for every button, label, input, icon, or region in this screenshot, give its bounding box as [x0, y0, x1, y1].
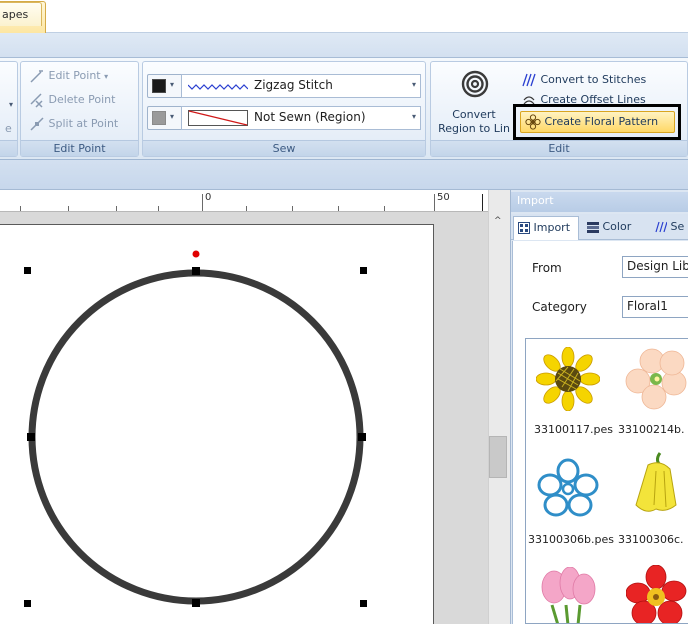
dropdown-arrow-icon: ▾: [104, 72, 109, 81]
selection-handle-top-left[interactable]: [24, 267, 31, 274]
group-label-edit: Edit: [431, 140, 687, 156]
line-stitch-combo[interactable]: Zigzag Stitch ▾: [181, 74, 421, 98]
flower-icon: [525, 114, 541, 130]
ribbon: ▾ e Edit Point ▾ Delete Point Split at P…: [0, 58, 688, 160]
blue-flower-thumbnail-icon[interactable]: [536, 457, 600, 521]
color-icon: [587, 222, 599, 233]
edit-point-button[interactable]: Edit Point ▾: [29, 66, 108, 86]
ribbon-group-cutoff: ▾ e: [0, 61, 18, 157]
import-panel-tabs: Import Color Se: [511, 214, 688, 240]
selection-handle-bottom-right[interactable]: [360, 600, 367, 607]
line-stitch-value: Zigzag Stitch: [254, 78, 333, 92]
create-offset-lines-button[interactable]: Create Offset Lines: [521, 92, 646, 104]
top-tab-strip: [0, 0, 688, 33]
selection-handle-right[interactable]: [358, 433, 366, 441]
thumbnail-filename: 33100117.pes: [534, 423, 613, 436]
edit-point-icon: [30, 70, 43, 83]
dropdown-arrow-icon: ▾: [411, 80, 416, 89]
red-flower-thumbnail-icon[interactable]: [626, 565, 688, 624]
cut-label: e: [5, 122, 12, 135]
tab-import[interactable]: Import: [513, 216, 579, 240]
offset-lines-icon: [523, 96, 535, 104]
line-color-picker[interactable]: ▾: [147, 74, 183, 98]
category-select[interactable]: Floral1: [622, 296, 688, 318]
selection-handle-bottom-left[interactable]: [24, 600, 31, 607]
bell-flower-thumbnail-icon[interactable]: [626, 451, 688, 523]
dropdown-arrow-icon: ▾: [170, 80, 175, 89]
highlight-frame: Create Floral Pattern: [513, 104, 681, 140]
sew-order-icon: [655, 221, 667, 233]
thumbnail-filename: 33100214b.: [618, 423, 685, 436]
create-floral-pattern-button[interactable]: Create Floral Pattern: [520, 111, 675, 133]
import-panel-title: Import: [511, 192, 688, 212]
delete-point-icon: [30, 93, 43, 108]
thumbnail-filename: 33100306c.: [618, 533, 684, 546]
line-color-swatch: [152, 79, 166, 93]
category-label: Category: [532, 300, 587, 314]
selection-handle-left[interactable]: [27, 433, 35, 441]
rotation-handle[interactable]: [192, 250, 200, 258]
pink-flower-thumbnail-icon[interactable]: [540, 567, 596, 624]
ruler-label-0: 0: [205, 192, 212, 203]
region-color-swatch: [152, 111, 166, 125]
zigzag-stitch-icon: [188, 84, 248, 90]
delete-point-button[interactable]: Delete Point: [29, 90, 115, 110]
convert-to-stitches-button[interactable]: Convert to Stitches: [521, 70, 646, 90]
ruler-label-50: 50: [437, 192, 450, 203]
thumbnail-filename: 33100306b.pes: [528, 533, 614, 546]
scroll-up-icon[interactable]: ^: [494, 216, 502, 226]
design-thumbnail-list[interactable]: 33100117.pes 33100214b. 33100306b.pes 33…: [525, 338, 688, 624]
spiral-icon: [461, 70, 489, 98]
region-color-picker[interactable]: ▾: [147, 106, 183, 130]
not-sewn-icon: [188, 110, 248, 126]
selection-handle-top-right[interactable]: [360, 267, 367, 274]
region-stitch-combo[interactable]: Not Sewn (Region) ▾: [181, 106, 421, 130]
split-point-icon: [30, 117, 44, 131]
vertical-scrollbar-thumb[interactable]: [489, 436, 507, 478]
region-stitch-value: Not Sewn (Region): [254, 110, 366, 124]
dropdown-arrow-icon: ▾: [170, 112, 175, 121]
selection-handle-bottom[interactable]: [192, 599, 200, 607]
vertical-scrollbar[interactable]: ^: [488, 190, 510, 624]
selection-handle-top[interactable]: [192, 267, 200, 275]
sunflower-thumbnail-icon[interactable]: [536, 347, 600, 411]
import-icon: [518, 222, 530, 234]
context-tab-strip: [0, 33, 688, 58]
stitches-icon: [522, 73, 536, 87]
group-label-edit-point: Edit Point: [21, 140, 138, 156]
group-label-sew: Sew: [143, 140, 425, 156]
quick-access-strip: [0, 160, 688, 190]
horizontal-ruler: 0 50: [0, 190, 488, 212]
from-label: From: [532, 261, 562, 275]
split-at-point-button[interactable]: Split at Point: [29, 114, 118, 134]
shape-layer[interactable]: [0, 224, 434, 624]
selected-circle-shape[interactable]: [28, 269, 364, 605]
peach-flower-thumbnail-icon[interactable]: [624, 347, 688, 411]
dropdown-arrow-icon: ▾: [411, 112, 416, 121]
tab-shapes-context[interactable]: apes: [0, 2, 42, 26]
tab-sew-order[interactable]: Se: [651, 216, 684, 240]
ribbon-group-sew: ▾ Zigzag Stitch ▾ ▾ Not Sewn (Region) ▾ …: [142, 61, 426, 157]
dropdown-arrow-icon[interactable]: ▾: [9, 100, 13, 109]
ribbon-group-edit-point: Edit Point ▾ Delete Point Split at Point…: [20, 61, 139, 157]
tab-color[interactable]: Color: [583, 216, 631, 240]
convert-region-to-line-button[interactable]: Convert Region to Lin: [433, 64, 515, 140]
from-select[interactable]: Design Lib: [622, 256, 688, 278]
